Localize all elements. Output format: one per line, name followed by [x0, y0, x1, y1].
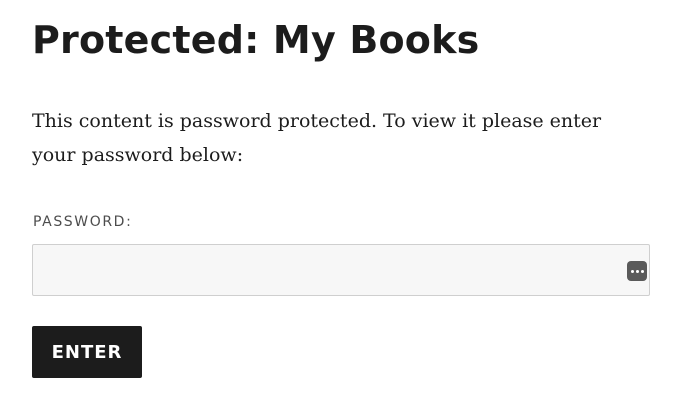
password-label: PASSWORD:: [33, 214, 133, 230]
dot-icon: [640, 269, 644, 273]
dot-icon: [630, 269, 634, 273]
protected-post: Protected: My Books This content is pass…: [32, 0, 650, 398]
dot-icon: [635, 269, 639, 273]
password-field[interactable]: [32, 244, 650, 296]
password-manager-icon[interactable]: [627, 261, 647, 281]
page-title: Protected: My Books: [32, 18, 480, 62]
password-notice: This content is password protected. To v…: [32, 110, 602, 166]
enter-button[interactable]: ENTER: [32, 326, 142, 378]
password-input[interactable]: [33, 245, 649, 295]
